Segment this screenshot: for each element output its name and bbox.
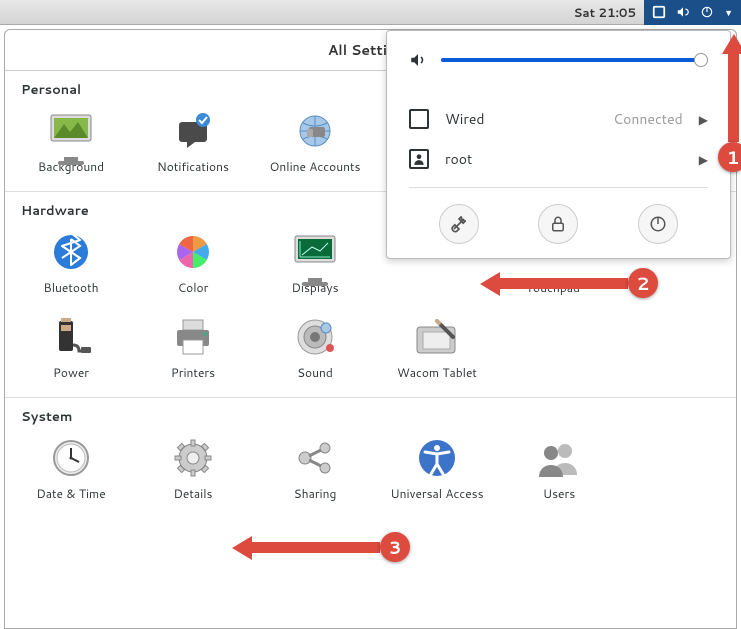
power-off-icon — [649, 215, 667, 233]
dropdown-caret-icon: ▼ — [724, 6, 733, 19]
item-displays[interactable]: Displays — [265, 228, 365, 296]
screen-icon — [652, 5, 666, 19]
online-accounts-icon — [291, 107, 339, 155]
printers-icon — [169, 313, 217, 361]
item-details[interactable]: Details — [143, 434, 243, 502]
bluetooth-icon — [47, 228, 95, 276]
power-off-button[interactable] — [638, 204, 678, 244]
item-printers[interactable]: Printers — [143, 313, 243, 381]
lock-button[interactable] — [538, 204, 578, 244]
panel-clock: Sat 21:05 — [573, 4, 636, 21]
volume-menu-icon — [409, 51, 427, 69]
chevron-right-icon: ▶ — [699, 111, 708, 128]
item-power[interactable]: Power — [21, 313, 121, 381]
item-wacom[interactable]: Wacom Tablet — [387, 313, 487, 381]
background-icon — [47, 107, 95, 155]
wired-icon — [409, 109, 429, 129]
item-users[interactable]: Users — [509, 434, 609, 502]
displays-icon — [291, 228, 339, 276]
wacom-icon — [413, 313, 461, 361]
lock-icon — [549, 215, 567, 233]
volume-row — [409, 51, 708, 69]
item-background[interactable]: Background — [21, 107, 121, 175]
sharing-icon — [291, 434, 339, 482]
item-color[interactable]: Color — [143, 228, 243, 296]
item-universal-access[interactable]: Universal Access — [387, 434, 487, 502]
chevron-right-icon: ▶ — [699, 151, 708, 168]
power-settings-icon — [47, 313, 95, 361]
wrench-icon — [449, 214, 469, 234]
item-sharing[interactable]: Sharing — [265, 434, 365, 502]
status-area[interactable]: ▼ — [644, 0, 741, 25]
top-panel: Sat 21:05 ▼ — [0, 0, 741, 25]
user-icon — [409, 149, 429, 169]
item-sound[interactable]: Sound — [265, 313, 365, 381]
volume-icon — [676, 5, 690, 19]
volume-slider[interactable] — [441, 58, 708, 62]
item-bluetooth[interactable]: Bluetooth — [21, 228, 121, 296]
menu-divider — [409, 187, 708, 188]
item-notifications[interactable]: Notifications — [143, 107, 243, 175]
item-date-time[interactable]: Date & Time — [21, 434, 121, 502]
power-icon — [700, 5, 714, 19]
accessibility-icon — [413, 434, 461, 482]
details-gear-icon — [169, 434, 217, 482]
clock-icon — [47, 434, 95, 482]
item-online-accounts[interactable]: Online Accounts — [265, 107, 365, 175]
sound-icon — [291, 313, 339, 361]
user-row[interactable]: root ▶ — [409, 139, 708, 179]
network-row[interactable]: Wired Connected ▶ — [409, 99, 708, 139]
settings-button[interactable] — [439, 204, 479, 244]
color-icon — [169, 228, 217, 276]
section-heading-system: System — [21, 408, 720, 426]
users-icon — [535, 434, 583, 482]
status-menu: Wired Connected ▶ root ▶ — [386, 30, 731, 259]
section-system: System Date & Time Details Sharing — [5, 397, 736, 518]
notifications-icon — [169, 107, 217, 155]
